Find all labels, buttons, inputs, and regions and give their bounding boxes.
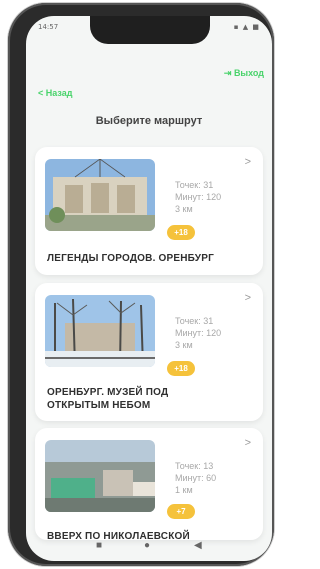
- status-time: 14:57: [38, 23, 59, 31]
- recent-apps-button[interactable]: ■: [96, 540, 102, 551]
- route-minutes: Минут: 120: [175, 192, 222, 202]
- home-button[interactable]: ●: [144, 540, 150, 551]
- route-distance: 3 км: [175, 340, 193, 350]
- logout-label: Выход: [233, 68, 264, 78]
- route-points: Точек: 31: [175, 180, 214, 190]
- age-badge: +7: [167, 504, 195, 519]
- route-minutes: Минут: 60: [175, 473, 217, 483]
- logout-button[interactable]: ⇥ Выход: [224, 68, 264, 79]
- route-image-2: [45, 295, 155, 367]
- logout-icon: ⇥: [223, 68, 232, 78]
- chevron-right-icon: >: [244, 437, 251, 449]
- chevron-right-icon: >: [244, 156, 251, 168]
- route-points: Точек: 31: [175, 316, 214, 326]
- route-distance: 3 км: [175, 204, 193, 214]
- route-card-3[interactable]: > Точек: 13 Минут: 60 1 км +7 ВВЕРХ ПО Н…: [35, 428, 263, 542]
- route-meta-1: Точек: 31 Минут: 120 3 км: [175, 179, 221, 215]
- chevron-right-icon: >: [244, 292, 251, 304]
- route-meta-2: Точек: 31 Минут: 120 3 км: [175, 315, 221, 351]
- route-meta-3: Точек: 13 Минут: 60 1 км: [175, 460, 216, 496]
- route-minutes: Минут: 120: [175, 328, 222, 338]
- status-icons: ▪ ▲ ■: [233, 23, 260, 31]
- route-image-1: [45, 159, 155, 231]
- route-distance: 1 км: [175, 485, 193, 495]
- app-screen: 14:57 ▪ ▲ ■ ⇥ Выход < Назад Выберите мар…: [26, 16, 272, 561]
- age-badge: +18: [167, 225, 195, 240]
- route-image-3: [45, 440, 155, 512]
- age-badge: +18: [167, 361, 195, 376]
- phone-frame: 14:57 ▪ ▲ ■ ⇥ Выход < Назад Выберите мар…: [8, 3, 274, 566]
- route-name: ОРЕНБУРГ. МУЗЕЙ ПОД ОТКРЫТЫМ НЕБОМ: [47, 387, 169, 411]
- route-card-2[interactable]: > Точек: 31 Минут: 120 3 км +18 ОРЕНБУРГ…: [35, 283, 263, 421]
- page-title: Выберите маршрут: [95, 115, 203, 127]
- route-points: Точек: 13: [175, 461, 214, 471]
- status-bar: 14:57 ▪ ▲ ■: [26, 23, 272, 37]
- back-link[interactable]: < Назад: [38, 88, 72, 98]
- system-nav-bar: ■ ● ◀: [26, 540, 272, 556]
- route-card-1[interactable]: > Точек: 31 Минут: 120 3 км +18 ЛЕГЕНДЫ …: [35, 147, 263, 275]
- nav-back-button[interactable]: ◀: [194, 540, 202, 551]
- route-name: ЛЕГЕНДЫ ГОРОДОВ. ОРЕНБУРГ: [47, 253, 214, 264]
